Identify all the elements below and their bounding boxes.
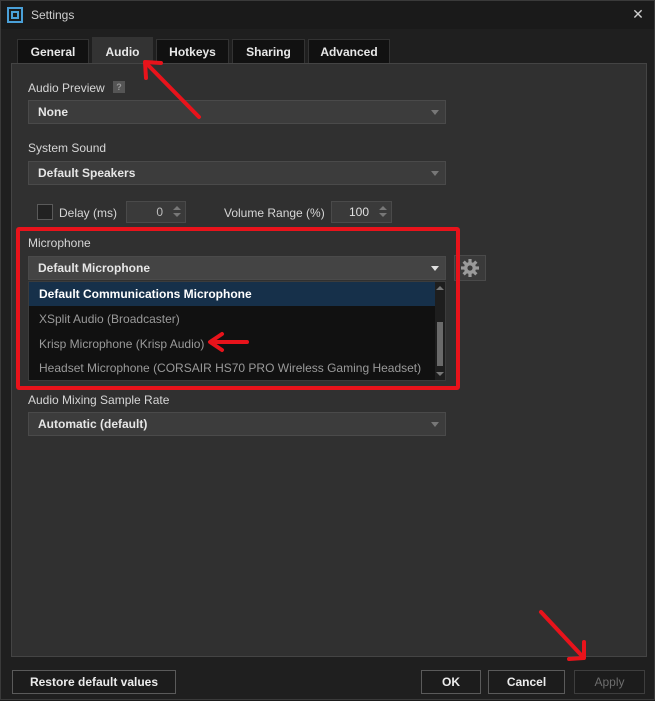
delay-value: 0 bbox=[156, 205, 163, 219]
spinner-arrows-icon[interactable] bbox=[172, 205, 182, 219]
delay-label: Delay (ms) bbox=[59, 206, 118, 220]
cancel-button[interactable]: Cancel bbox=[488, 670, 565, 694]
audio-preview-select[interactable]: None bbox=[28, 100, 446, 124]
tab-advanced[interactable]: Advanced bbox=[308, 39, 390, 63]
chevron-down-icon bbox=[431, 422, 439, 427]
delay-checkbox[interactable] bbox=[37, 204, 53, 220]
help-icon[interactable]: ? bbox=[113, 81, 125, 93]
title-bar: Settings ✕ bbox=[1, 1, 654, 29]
annotation-highlight-box bbox=[16, 227, 460, 390]
sample-rate-label: Audio Mixing Sample Rate bbox=[28, 393, 170, 407]
tab-sharing[interactable]: Sharing bbox=[232, 39, 305, 63]
volume-range-label: Volume Range (%) bbox=[224, 206, 325, 220]
close-icon[interactable]: ✕ bbox=[630, 6, 646, 22]
xsplit-app-icon bbox=[7, 7, 23, 23]
tab-audio[interactable]: Audio bbox=[92, 37, 153, 63]
sample-rate-select[interactable]: Automatic (default) bbox=[28, 412, 446, 436]
spinner-arrows-icon[interactable] bbox=[378, 205, 388, 219]
tab-general[interactable]: General bbox=[17, 39, 89, 63]
delay-spinner[interactable]: 0 bbox=[126, 201, 186, 223]
settings-window: Settings ✕ General Audio Hotkeys Sharing… bbox=[0, 0, 655, 700]
audio-preview-value: None bbox=[38, 105, 68, 119]
audio-preview-label: Audio Preview bbox=[28, 81, 105, 95]
chevron-down-icon bbox=[431, 171, 439, 176]
sample-rate-value: Automatic (default) bbox=[38, 417, 148, 431]
chevron-down-icon bbox=[431, 110, 439, 115]
system-sound-label: System Sound bbox=[28, 141, 107, 155]
tab-hotkeys[interactable]: Hotkeys bbox=[156, 39, 229, 63]
volume-range-value: 100 bbox=[348, 205, 369, 219]
window-title: Settings bbox=[31, 8, 75, 22]
system-sound-select[interactable]: Default Speakers bbox=[28, 161, 446, 185]
restore-defaults-button[interactable]: Restore default values bbox=[12, 670, 176, 694]
system-sound-value: Default Speakers bbox=[38, 166, 136, 180]
apply-button[interactable]: Apply bbox=[574, 670, 645, 694]
ok-button[interactable]: OK bbox=[421, 670, 481, 694]
volume-range-spinner[interactable]: 100 bbox=[331, 201, 392, 223]
